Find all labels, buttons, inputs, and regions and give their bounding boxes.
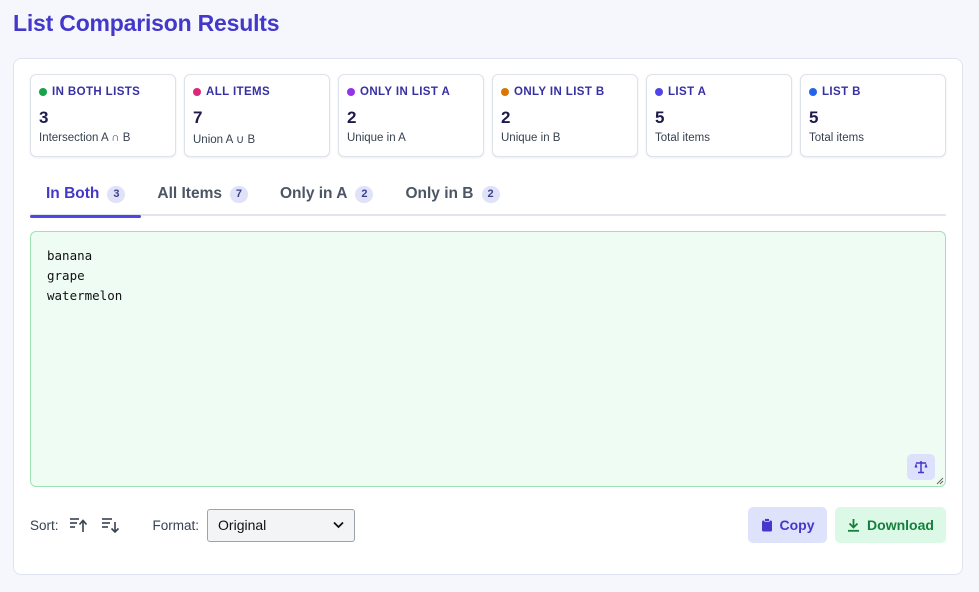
stat-subtitle: Intersection A ∩ B bbox=[39, 132, 131, 144]
chevron-down-icon bbox=[333, 521, 344, 529]
stat-card-list-a: LIST A 5 Total items bbox=[646, 74, 792, 157]
stat-value: 7 bbox=[193, 108, 203, 127]
list-item: banana bbox=[47, 248, 93, 263]
stat-value: 2 bbox=[347, 108, 357, 127]
stat-card-all-items: ALL ITEMS 7 Union A ∪ B bbox=[184, 74, 330, 157]
stat-value: 5 bbox=[655, 108, 665, 127]
stat-card-only-a: ONLY IN LIST A 2 Unique in A bbox=[338, 74, 484, 157]
stat-subtitle: Total items bbox=[655, 132, 710, 144]
status-dot bbox=[501, 88, 509, 96]
count-badge: 2 bbox=[481, 185, 500, 203]
stat-card-list-b: LIST B 5 Total items bbox=[800, 74, 946, 157]
sort-descending-icon[interactable] bbox=[97, 512, 123, 538]
results-textarea[interactable]: banana grape watermelon bbox=[30, 231, 946, 487]
stat-card-only-b: ONLY IN LIST B 2 Unique in B bbox=[492, 74, 638, 157]
tab-label: Only in B bbox=[405, 185, 474, 202]
tab-only-in-a[interactable]: Only in A 2 bbox=[264, 172, 389, 216]
tab-label: In Both bbox=[46, 185, 100, 202]
stat-label: LIST A bbox=[668, 86, 707, 98]
stat-subtitle: Total items bbox=[809, 132, 864, 144]
results-toolbar: Sort: Format: Original Copy Download bbox=[30, 507, 946, 543]
stat-label: ONLY IN LIST A bbox=[360, 86, 451, 98]
download-button[interactable]: Download bbox=[835, 507, 946, 543]
download-icon bbox=[848, 519, 860, 532]
stat-value: 5 bbox=[809, 108, 819, 127]
count-badge: 2 bbox=[355, 185, 374, 203]
stats-row: IN BOTH LISTS 3 Intersection A ∩ B ALL I… bbox=[30, 74, 946, 157]
results-panel: IN BOTH LISTS 3 Intersection A ∩ B ALL I… bbox=[13, 58, 963, 575]
page-title: List Comparison Results bbox=[13, 10, 280, 36]
stat-label: ALL ITEMS bbox=[206, 86, 271, 98]
format-selected-value: Original bbox=[218, 517, 267, 533]
status-dot bbox=[809, 88, 817, 96]
sort-ascending-icon[interactable] bbox=[65, 512, 91, 538]
resize-handle-icon[interactable] bbox=[936, 477, 944, 485]
tab-only-in-b[interactable]: Only in B 2 bbox=[389, 172, 515, 216]
stat-label: LIST B bbox=[822, 86, 861, 98]
copy-label: Copy bbox=[779, 517, 815, 533]
result-tabs: In Both 3 All Items 7 Only in A 2 Only i… bbox=[30, 172, 946, 218]
status-dot bbox=[39, 88, 47, 96]
list-item: watermelon bbox=[47, 288, 123, 303]
status-dot bbox=[347, 88, 355, 96]
scale-icon[interactable] bbox=[907, 454, 935, 480]
status-dot bbox=[193, 88, 201, 96]
list-item: grape bbox=[47, 268, 85, 283]
stat-value: 3 bbox=[39, 108, 49, 127]
tab-all-items[interactable]: All Items 7 bbox=[141, 172, 264, 216]
download-label: Download bbox=[867, 517, 934, 533]
format-select[interactable]: Original bbox=[207, 508, 356, 542]
tab-label: All Items bbox=[157, 185, 222, 202]
format-label: Format: bbox=[152, 517, 200, 533]
stat-subtitle: Unique in A bbox=[347, 132, 406, 144]
count-badge: 3 bbox=[107, 185, 126, 203]
stat-subtitle: Unique in B bbox=[501, 132, 561, 144]
copy-button[interactable]: Copy bbox=[748, 507, 827, 543]
tab-in-both[interactable]: In Both 3 bbox=[30, 172, 142, 218]
stat-card-in-both: IN BOTH LISTS 3 Intersection A ∩ B bbox=[30, 74, 176, 157]
sort-label: Sort: bbox=[30, 517, 59, 533]
tab-label: Only in A bbox=[279, 185, 348, 202]
status-dot bbox=[655, 88, 663, 96]
stat-subtitle: Union A ∪ B bbox=[193, 134, 256, 146]
stat-label: IN BOTH LISTS bbox=[52, 86, 141, 98]
count-badge: 7 bbox=[229, 185, 248, 203]
stat-label: ONLY IN LIST B bbox=[514, 86, 605, 98]
clipboard-icon bbox=[761, 518, 772, 532]
stat-value: 2 bbox=[501, 108, 511, 127]
